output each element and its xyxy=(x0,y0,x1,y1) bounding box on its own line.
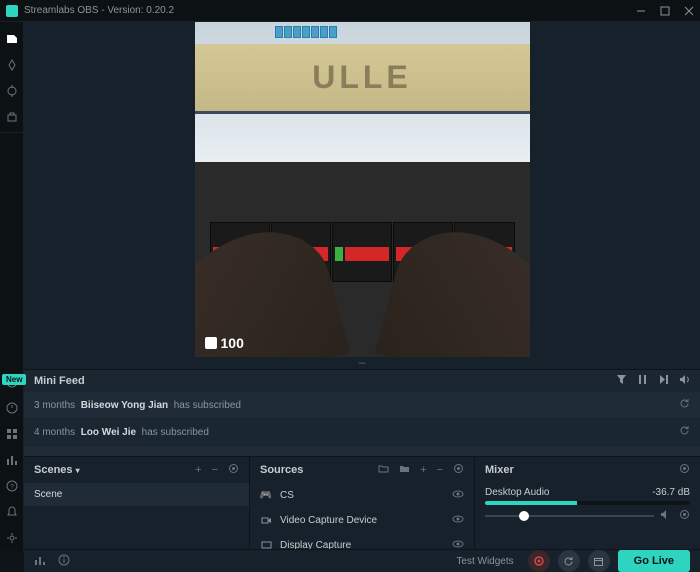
test-widgets-button[interactable]: Test Widgets xyxy=(456,556,513,567)
sidebar-item-spark[interactable] xyxy=(0,52,24,78)
refresh-icon[interactable] xyxy=(679,425,690,439)
sidebar-item-levels[interactable] xyxy=(0,447,24,473)
source-item[interactable]: Video Capture Device xyxy=(250,508,474,533)
volume-icon[interactable] xyxy=(679,374,690,388)
schedule-button[interactable] xyxy=(588,550,610,572)
info-icon[interactable] xyxy=(58,554,70,569)
feed-item: 3 months Biiseow Yong Jian has subscribe… xyxy=(24,392,700,419)
add-source-button[interactable]: + xyxy=(420,464,426,476)
filter-icon[interactable] xyxy=(616,374,627,388)
scene-item[interactable]: Scene xyxy=(24,483,249,506)
record-button[interactable] xyxy=(528,550,550,572)
camera-icon xyxy=(260,515,272,526)
sources-panel: Sources + − 🎮 CS xyxy=(250,457,475,549)
bottom-bar: Test Widgets Go Live xyxy=(24,549,700,572)
preview-canvas: ULLE 100 xyxy=(195,22,530,357)
chevron-down-icon[interactable]: ▾ xyxy=(76,466,80,475)
visibility-icon[interactable] xyxy=(452,488,464,503)
go-live-button[interactable]: Go Live xyxy=(618,550,690,572)
volume-slider[interactable] xyxy=(485,515,654,517)
scenes-panel: Scenes ▾ + − Scene xyxy=(24,457,250,549)
preview-area[interactable]: ULLE 100 xyxy=(24,22,700,357)
mini-feed-title: Mini Feed xyxy=(34,375,616,387)
sidebar-item-target[interactable] xyxy=(0,78,24,104)
mixer-title: Mixer xyxy=(485,464,679,476)
titlebar: Streamlabs OBS - Version: 0.20.2 xyxy=(0,0,700,22)
remove-scene-button[interactable]: − xyxy=(212,464,218,476)
app-title: Streamlabs OBS - Version: 0.20.2 xyxy=(24,5,636,16)
mute-icon[interactable] xyxy=(660,509,671,523)
sources-title: Sources xyxy=(260,464,378,476)
game-icon: 🎮 xyxy=(260,490,272,501)
folder-back-icon[interactable] xyxy=(378,463,389,477)
visibility-icon[interactable] xyxy=(452,513,464,528)
mixer-settings-button[interactable] xyxy=(679,463,690,477)
replay-button[interactable] xyxy=(558,550,580,572)
health-icon xyxy=(205,337,217,349)
app-icon xyxy=(6,5,18,17)
stats-icon[interactable] xyxy=(34,554,46,569)
sidebar-item-settings[interactable] xyxy=(0,525,24,551)
mixer-panel: Mixer Desktop Audio -36.7 dB xyxy=(475,457,700,549)
sidebar-item-grid[interactable] xyxy=(0,421,24,447)
panel-resize-handle[interactable]: ━ xyxy=(24,357,700,369)
skip-icon[interactable] xyxy=(658,374,669,388)
maximize-button[interactable] xyxy=(660,6,670,16)
preview-banner: ULLE xyxy=(195,44,530,114)
scene-settings-button[interactable] xyxy=(228,463,239,477)
close-button[interactable] xyxy=(684,6,694,16)
sidebar-item-editor[interactable] xyxy=(0,26,24,52)
mixer-channel-name: Desktop Audio xyxy=(485,487,550,498)
monitor-icon xyxy=(260,540,272,549)
minimize-button[interactable] xyxy=(636,6,646,16)
folder-icon[interactable] xyxy=(399,463,410,477)
pause-icon[interactable] xyxy=(637,374,648,388)
feed-item: 4 months Loo Wei Jie has subscribed xyxy=(24,419,700,446)
mixer-channel-db: -36.7 dB xyxy=(652,487,690,498)
source-settings-button[interactable] xyxy=(453,463,464,477)
new-badge: New xyxy=(2,374,26,385)
sidebar-item-clock[interactable] xyxy=(0,395,24,421)
sidebar-item-help[interactable]: ? xyxy=(0,473,24,499)
sidebar-item-notify[interactable] xyxy=(0,499,24,525)
health-value: 100 xyxy=(221,335,244,351)
add-scene-button[interactable]: + xyxy=(195,464,201,476)
mini-feed-panel: New Mini Feed 3 months Biiseow Yong Jian… xyxy=(24,369,700,456)
scenes-title: Scenes xyxy=(34,464,73,476)
refresh-icon[interactable] xyxy=(679,398,690,412)
remove-source-button[interactable]: − xyxy=(437,464,443,476)
sidebar-item-store[interactable] xyxy=(0,104,24,130)
mixer-channel: Desktop Audio -36.7 dB xyxy=(475,483,700,527)
sidebar: ? xyxy=(0,22,24,551)
svg-text:?: ? xyxy=(10,484,14,491)
visibility-icon[interactable] xyxy=(452,538,464,549)
channel-settings-icon[interactable] xyxy=(679,509,690,523)
source-item[interactable]: 🎮 CS xyxy=(250,483,474,508)
source-item[interactable]: Display Capture xyxy=(250,533,474,549)
